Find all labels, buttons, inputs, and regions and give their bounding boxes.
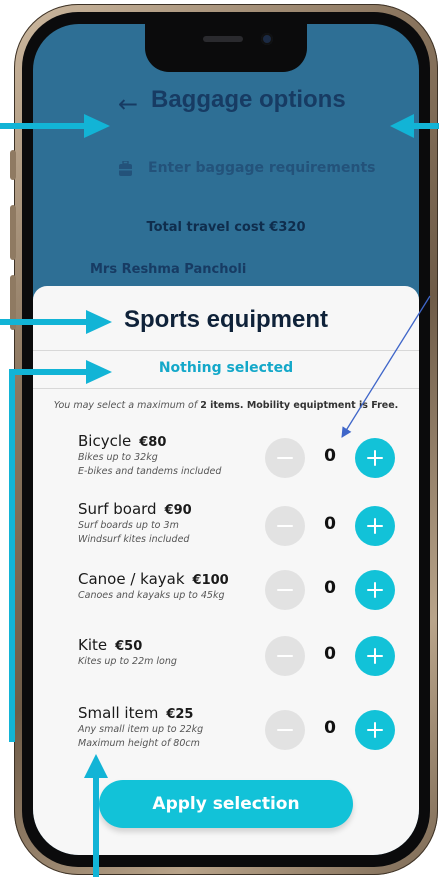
annotation-arrow-sheet-title: [0, 310, 112, 334]
annotation-overlay: [0, 114, 439, 877]
annotation-arrow-selection-status: [9, 360, 112, 742]
annotation-arrow-item-list: [84, 754, 108, 877]
annotation-arrow-title: [0, 114, 110, 138]
annotation-arrow-quantity: [341, 295, 431, 438]
annotation-arrow-right: [390, 114, 439, 138]
